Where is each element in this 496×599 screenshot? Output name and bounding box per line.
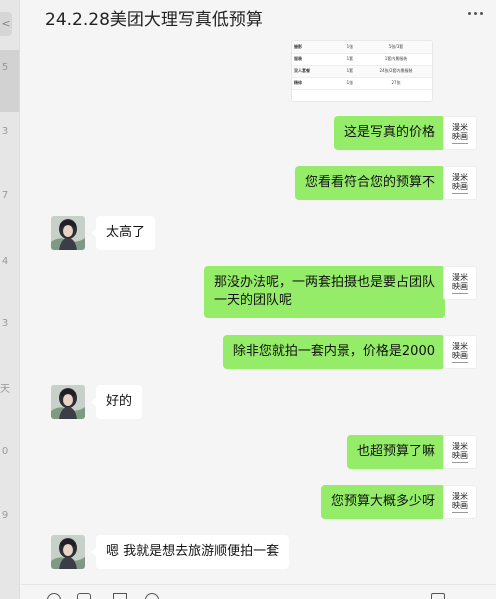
table-row: 服装 1套 1套内景服装: [292, 53, 432, 66]
brand-avatar[interactable]: 漫米 映画: [443, 335, 477, 369]
more-options-icon[interactable]: [468, 0, 490, 15]
message-bubble[interactable]: 好的: [90, 385, 143, 419]
brand-avatar[interactable]: 漫米 映画: [443, 435, 477, 469]
list-fragment: 3: [1, 318, 9, 329]
list-fragment: 天: [0, 384, 10, 395]
message-bubble[interactable]: 嗯 我就是想去旅游顺便拍一套: [90, 535, 290, 569]
message-bubble[interactable]: 您看看符合您的预算不: [294, 166, 451, 200]
table-row: 双人套餐 1套 24张/2套内景服装: [292, 65, 432, 78]
chat-title: 24.2.28美团大理写真低预算: [45, 10, 263, 30]
collapse-button[interactable]: <: [0, 12, 12, 36]
brand-avatar[interactable]: 漫米 映画: [443, 266, 477, 300]
folder-icon[interactable]: [77, 593, 91, 599]
contact-avatar-image: [51, 535, 85, 569]
message-list[interactable]: 摄影 1张 5张/3套 服装 1套 1套内景服装 双人套餐 1套 24张/2套内景服装 精修…: [21, 36, 496, 584]
contact-avatar[interactable]: [51, 385, 85, 419]
brand-avatar[interactable]: 漫米 映画: [443, 485, 477, 519]
chat-header: 24.2.28美团大理写真低预算: [21, 0, 496, 36]
scissors-icon[interactable]: [113, 593, 127, 599]
table-row: 精修 1张 27张: [292, 77, 432, 90]
phone-icon[interactable]: [431, 593, 445, 599]
message-bubble[interactable]: 除非您就拍一套内景，价格是2000: [222, 335, 451, 369]
contact-avatar-image: [51, 216, 85, 250]
price-image-message[interactable]: 摄影 1张 5张/3套 服装 1套 1套内景服装 双人套餐 1套 24张/2套内景服装 精修…: [291, 40, 433, 102]
list-fragment: 0: [1, 446, 9, 457]
message-bubble[interactable]: 这是写真的价格: [333, 116, 451, 150]
message-bubble[interactable]: 那没办法呢，一两套拍摄也是要占团队 一天的团队呢: [203, 266, 451, 318]
chat-history-icon[interactable]: [145, 593, 159, 599]
list-fragment: 4: [1, 256, 9, 267]
price-table: 摄影 1张 5张/3套 服装 1套 1套内景服装 双人套餐 1套 24张/2套内景服装 精修…: [292, 41, 432, 90]
conversation-list-edge: < 5 3 7 4 3 天 0 9: [0, 0, 20, 599]
list-fragment: 7: [1, 190, 9, 201]
emoji-icon[interactable]: [47, 593, 61, 599]
table-row: 摄影 1张 5张/3套: [292, 41, 432, 54]
input-toolbar: [21, 584, 496, 599]
contact-avatar[interactable]: [51, 216, 85, 250]
list-fragment: 5: [1, 62, 9, 73]
selected-conversation-highlight[interactable]: [0, 50, 19, 112]
list-fragment: 3: [1, 126, 9, 137]
list-fragment: 9: [1, 510, 9, 521]
message-line: 那没办法呢，一两套拍摄也是要占团队: [213, 275, 435, 290]
contact-avatar[interactable]: [51, 535, 85, 569]
brand-avatar[interactable]: 漫米 映画: [443, 166, 477, 200]
message-bubble[interactable]: 您预算大概多少呀: [320, 485, 451, 519]
message-bubble[interactable]: 也超预算了嘛: [346, 435, 451, 469]
message-bubble[interactable]: 太高了: [90, 216, 156, 250]
brand-avatar[interactable]: 漫米 映画: [443, 116, 477, 150]
contact-avatar-image: [51, 385, 85, 419]
message-line: 一天的团队呢: [213, 293, 292, 308]
